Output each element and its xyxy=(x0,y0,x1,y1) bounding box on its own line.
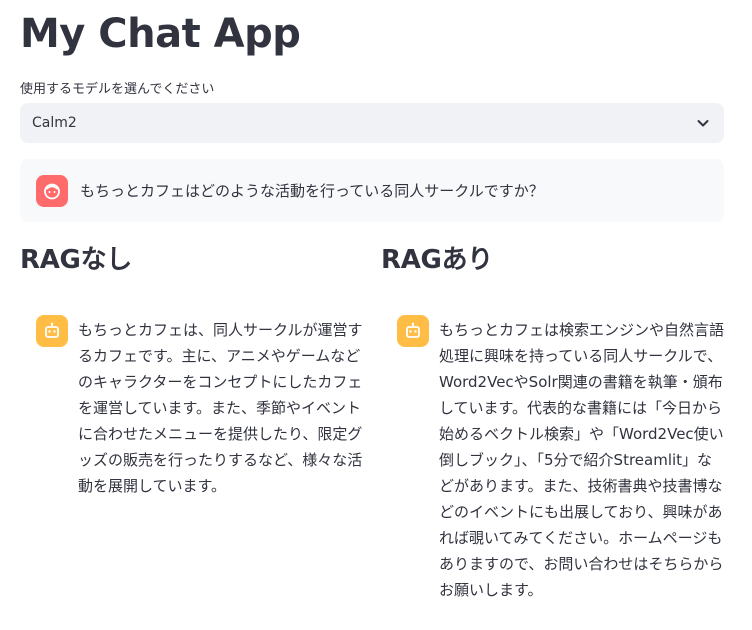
assistant-message-text: もちっとカフェは、同人サークルが運営するカフェです。主に、アニメやゲームなどのキ… xyxy=(78,321,363,495)
robot-icon xyxy=(397,315,429,347)
column-with-rag: RAGあり もちっとカフェは検索エンジンや自然言語処理に興味を持っている同人サー… xyxy=(381,240,726,603)
page-title: My Chat App xyxy=(20,11,301,57)
robot-icon xyxy=(36,315,68,347)
model-select-value: Calm2 xyxy=(32,115,77,131)
model-select[interactable]: Calm2 xyxy=(20,103,724,143)
assistant-chat-message: もちっとカフェは、同人サークルが運営するカフェです。主に、アニメやゲームなどのキ… xyxy=(20,315,365,499)
assistant-message-text: もちっとカフェは検索エンジンや自然言語処理に興味を持っている同人サークルで、Wo… xyxy=(439,321,725,599)
face-icon xyxy=(36,174,68,207)
column-heading-without-rag: RAGなし xyxy=(20,245,132,275)
model-select-label: 使用するモデルを選んでください xyxy=(20,82,215,97)
column-heading-with-rag: RAGあり xyxy=(381,245,493,275)
column-without-rag: RAGなし もちっとカフェは、同人サークルが運営するカフェです。主に、アニメやゲ… xyxy=(20,240,365,499)
chevron-down-icon xyxy=(696,116,710,130)
user-chat-message: もちっとカフェはどのような活動を行っている同人サークルですか？ xyxy=(20,159,724,222)
assistant-chat-message: もちっとカフェは検索エンジンや自然言語処理に興味を持っている同人サークルで、Wo… xyxy=(381,315,726,603)
user-message-text: もちっとカフェはどのような活動を行っている同人サークルですか？ xyxy=(80,182,544,200)
